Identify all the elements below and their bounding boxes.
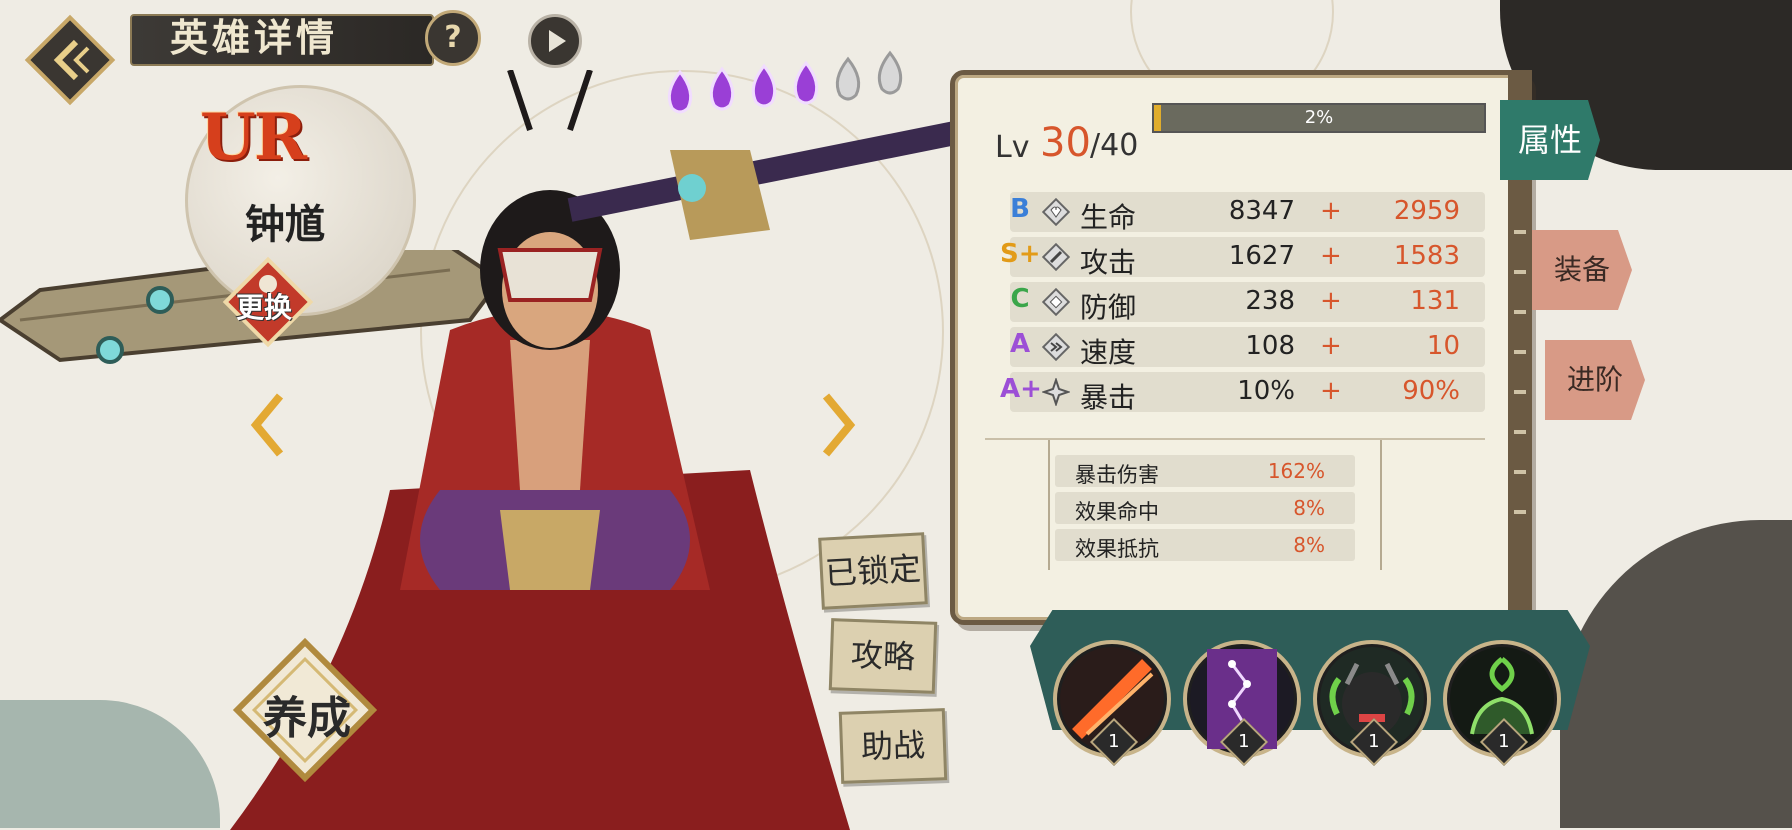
heart-icon: [1042, 198, 1070, 226]
level-label: Lv: [995, 130, 1030, 165]
cultivate-label: 养成: [263, 693, 351, 744]
stat-row: A 速度 108 + 10: [1010, 327, 1485, 369]
stat-row: C 防御 238 + 131: [1010, 282, 1485, 324]
star-filled-icon: [709, 66, 735, 111]
sub-stat-name: 效果抵抗: [1075, 537, 1159, 561]
sub-stat-name: 效果命中: [1075, 500, 1159, 524]
exp-percent: 2%: [1304, 107, 1334, 128]
star-filled-icon: [667, 69, 693, 114]
star-rating: [660, 40, 930, 130]
stat-name: 速度: [1080, 336, 1137, 369]
swap-label: 更换: [236, 291, 293, 324]
back-arrow-icon: [24, 14, 116, 106]
shield-icon: [1042, 288, 1070, 316]
level-current: 30: [1040, 120, 1091, 166]
stat-name: 暴击: [1080, 381, 1137, 414]
sword-icon: [1042, 243, 1070, 271]
stat-grade: C: [1010, 284, 1030, 314]
stat-bonus: 90%: [1402, 376, 1460, 406]
sub-stat-name: 暴击伤害: [1075, 463, 1159, 487]
stat-bonus: 1583: [1393, 241, 1460, 271]
stat-bonus: 10: [1426, 331, 1460, 361]
stat-grade: A+: [1000, 374, 1042, 404]
tab-attributes[interactable]: 属性: [1500, 100, 1600, 180]
hero-name: 钟馗: [245, 202, 325, 248]
prev-hero-button[interactable]: [248, 390, 288, 460]
page-title: 英雄详情: [170, 16, 339, 60]
background-ornament: [1560, 520, 1792, 828]
stat-plus: +: [1320, 376, 1342, 406]
stat-base: 8347: [1228, 196, 1295, 226]
next-hero-button[interactable]: [818, 390, 858, 460]
tab-equipment[interactable]: 装备: [1532, 230, 1632, 310]
stat-row: S+ 攻击 1627 + 1583: [1000, 237, 1485, 279]
stat-plus: +: [1320, 196, 1342, 226]
cultivate-button[interactable]: 养成: [225, 630, 385, 790]
star-row-svg: [667, 50, 903, 114]
stat-bonus: 131: [1410, 286, 1460, 316]
stat-grade: S+: [1000, 239, 1041, 269]
stat-plus: +: [1320, 241, 1342, 271]
help-button[interactable]: ?: [425, 10, 481, 66]
stat-base: 1627: [1228, 241, 1295, 271]
stat-plus: +: [1320, 286, 1342, 316]
speed-icon: [1042, 333, 1070, 361]
lock-button[interactable]: 已锁定: [818, 532, 928, 610]
level-max: /40: [1090, 128, 1139, 163]
exp-bar: 2%: [1152, 103, 1486, 133]
sub-stat-row: 效果抵抗 8%: [1055, 529, 1355, 561]
play-voice-button[interactable]: [528, 14, 582, 68]
stat-base: 10%: [1237, 376, 1295, 406]
stat-base: 238: [1245, 286, 1295, 316]
back-button[interactable]: [22, 12, 118, 108]
stat-base: 108: [1245, 331, 1295, 361]
star-filled-icon: [793, 60, 819, 105]
star-empty-icon: [877, 50, 903, 95]
stat-row: B 生命 8347 + 2959: [1010, 192, 1485, 234]
star-empty-icon: [835, 56, 861, 101]
sub-stat-row: 暴击伤害 162%: [1055, 455, 1355, 487]
sub-stat-value: 8%: [1293, 496, 1325, 520]
support-button[interactable]: 助战: [838, 708, 948, 784]
sub-stat-value: 8%: [1293, 533, 1325, 557]
guide-button[interactable]: 攻略: [828, 618, 938, 694]
stat-name: 攻击: [1080, 246, 1137, 279]
sub-stat-value: 162%: [1267, 459, 1325, 483]
stat-grade: A: [1009, 329, 1031, 359]
chevron-left-icon: [250, 393, 284, 457]
stat-name: 生命: [1080, 201, 1137, 234]
chevron-right-icon: [822, 393, 856, 457]
sub-stat-row: 效果命中 8%: [1055, 492, 1355, 524]
tab-advance[interactable]: 进阶: [1545, 340, 1645, 420]
stat-name: 防御: [1080, 291, 1137, 324]
star-filled-icon: [751, 63, 777, 108]
stat-bonus: 2959: [1393, 196, 1460, 226]
skill-level: 1: [1238, 730, 1250, 752]
skill-level: 1: [1498, 730, 1510, 752]
skill-level: 1: [1108, 730, 1120, 752]
critical-star-icon: [1042, 378, 1070, 406]
stat-row: A+ 暴击 10% + 90%: [1000, 372, 1485, 414]
rarity-badge: UR: [200, 100, 307, 175]
stat-grade: B: [1010, 194, 1030, 224]
skill-level: 1: [1368, 730, 1380, 752]
play-icon: [549, 30, 566, 52]
stat-plus: +: [1320, 331, 1342, 361]
